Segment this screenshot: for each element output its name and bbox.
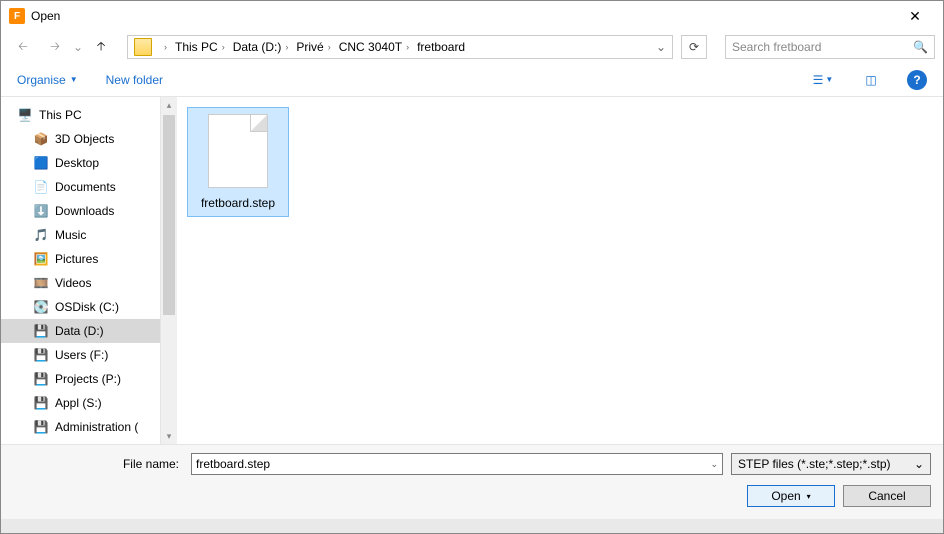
tree-label: Desktop — [55, 156, 99, 170]
tree-label: Administration ( — [55, 420, 138, 434]
tree-icon: 🟦 — [33, 155, 49, 171]
close-button[interactable]: ✕ — [895, 1, 935, 31]
tree-icon: 🎞️ — [33, 275, 49, 291]
toolbar: Organise ▼ New folder ☰▼ ◫ ? — [1, 63, 943, 97]
tree-scrollbar[interactable]: ▴ ▾ — [161, 97, 177, 444]
forward-button[interactable]: 🡢 — [41, 35, 69, 59]
new-folder-button[interactable]: New folder — [106, 73, 163, 87]
tree-node-desktop[interactable]: 🟦 Desktop — [1, 151, 160, 175]
tree-node-3d-objects[interactable]: 📦 3D Objects — [1, 127, 160, 151]
preview-pane-button[interactable]: ◫ — [859, 68, 883, 92]
tree-label: Videos — [55, 276, 91, 290]
tree-node-administration[interactable]: 💾 Administration ( — [1, 415, 160, 439]
tree-icon: ⬇️ — [33, 203, 49, 219]
tree-label: Users (F:) — [55, 348, 108, 362]
crumb-fretboard[interactable]: fretboard — [413, 36, 469, 58]
tree-node-pictures[interactable]: 🖼️ Pictures — [1, 247, 160, 271]
nav-row: 🡠 🡢 ⌄ 🡡 › This PC› Data (D:)› Privé› CNC… — [1, 31, 943, 63]
scroll-down-icon[interactable]: ▾ — [161, 428, 177, 444]
tree-label: This PC — [39, 108, 82, 122]
tree-node-downloads[interactable]: ⬇️ Downloads — [1, 199, 160, 223]
nav-tree[interactable]: 🖥️ This PC 📦 3D Objects 🟦 Desktop 📄 Documents ⬇️… — [1, 97, 161, 444]
tree-node-documents[interactable]: 📄 Documents — [1, 175, 160, 199]
filename-dropdown-icon[interactable]: ⌄ — [710, 459, 718, 470]
crumb-this-pc[interactable]: This PC› — [171, 36, 229, 58]
tree-label: Projects (P:) — [55, 372, 121, 386]
filename-label: File name: — [13, 457, 183, 471]
tree-label: Data (D:) — [55, 324, 104, 338]
crumb-root-chevron[interactable]: › — [156, 36, 171, 58]
open-button[interactable]: Open▾ — [747, 485, 835, 507]
crumb-cnc-3040t[interactable]: CNC 3040T› — [335, 36, 413, 58]
tree-icon: 💾 — [33, 395, 49, 411]
tree-icon: 🖼️ — [33, 251, 49, 267]
address-bar[interactable]: › This PC› Data (D:)› Privé› CNC 3040T› … — [127, 35, 673, 59]
up-button[interactable]: 🡡 — [87, 35, 115, 59]
organise-menu[interactable]: Organise ▼ — [17, 73, 78, 87]
view-options-button[interactable]: ☰▼ — [811, 68, 835, 92]
scroll-thumb[interactable] — [163, 115, 175, 315]
search-placeholder: Search fretboard — [732, 40, 913, 54]
filetype-dropdown-icon: ⌄ — [914, 457, 924, 471]
tree-node-users-f[interactable]: 💾 Users (F:) — [1, 343, 160, 367]
recent-locations-dropdown[interactable]: ⌄ — [73, 40, 83, 54]
tree-node-projects-p[interactable]: 💾 Projects (P:) — [1, 367, 160, 391]
tree-label: OSDisk (C:) — [55, 300, 119, 314]
tree-icon: 💾 — [33, 371, 49, 387]
folder-icon — [134, 38, 152, 56]
tree-node-appl-s[interactable]: 💾 Appl (S:) — [1, 391, 160, 415]
tree-node-music[interactable]: 🎵 Music — [1, 223, 160, 247]
tree-icon: 💾 — [33, 419, 49, 435]
scroll-up-icon[interactable]: ▴ — [161, 97, 177, 113]
tree-label: Documents — [55, 180, 116, 194]
dialog-body: 🖥️ This PC 📦 3D Objects 🟦 Desktop 📄 Documents ⬇️… — [1, 97, 943, 444]
help-button[interactable]: ? — [907, 70, 927, 90]
address-dropdown-icon[interactable]: ⌄ — [652, 40, 670, 54]
tree-icon: 🖥️ — [17, 107, 33, 123]
cancel-button[interactable]: Cancel — [843, 485, 931, 507]
tree-node-data-d[interactable]: 💾 Data (D:) — [1, 319, 160, 343]
tree-icon: 📦 — [33, 131, 49, 147]
tree-node-videos[interactable]: 🎞️ Videos — [1, 271, 160, 295]
crumb-prive[interactable]: Privé› — [292, 36, 334, 58]
tree-icon: 💾 — [33, 347, 49, 363]
tree-icon: 💾 — [33, 323, 49, 339]
tree-icon: 🎵 — [33, 227, 49, 243]
tree-label: 3D Objects — [55, 132, 114, 146]
back-button[interactable]: 🡠 — [9, 35, 37, 59]
footer: File name: fretboard.step ⌄ STEP files (… — [1, 444, 943, 519]
tree-node-osdisk-c[interactable]: 💽 OSDisk (C:) — [1, 295, 160, 319]
tree-node-this-pc[interactable]: 🖥️ This PC — [1, 103, 160, 127]
filename-input[interactable]: fretboard.step ⌄ — [191, 453, 723, 475]
app-icon: F — [9, 8, 25, 24]
open-split-icon[interactable]: ▾ — [807, 492, 811, 501]
window-title: Open — [31, 9, 895, 23]
file-name: fretboard.step — [201, 196, 275, 210]
under-bar — [1, 519, 943, 533]
refresh-button[interactable]: ⟳ — [681, 35, 707, 59]
tree-label: Pictures — [55, 252, 98, 266]
tree-icon: 💽 — [33, 299, 49, 315]
crumb-data-d[interactable]: Data (D:)› — [229, 36, 293, 58]
search-icon: 🔍 — [913, 40, 928, 54]
filetype-combo[interactable]: STEP files (*.ste;*.step;*.stp) ⌄ — [731, 453, 931, 475]
search-input[interactable]: Search fretboard 🔍 — [725, 35, 935, 59]
file-area[interactable]: fretboard.step — [177, 97, 943, 444]
open-dialog: F Open ✕ 🡠 🡢 ⌄ 🡡 › This PC› Data (D:)› P… — [0, 0, 944, 534]
tree-label: Music — [55, 228, 86, 242]
tree-icon: 📄 — [33, 179, 49, 195]
tree-label: Appl (S:) — [55, 396, 102, 410]
tree-label: Downloads — [55, 204, 114, 218]
file-item-fretboard-step[interactable]: fretboard.step — [187, 107, 289, 217]
titlebar: F Open ✕ — [1, 1, 943, 31]
file-thumb — [208, 114, 268, 188]
